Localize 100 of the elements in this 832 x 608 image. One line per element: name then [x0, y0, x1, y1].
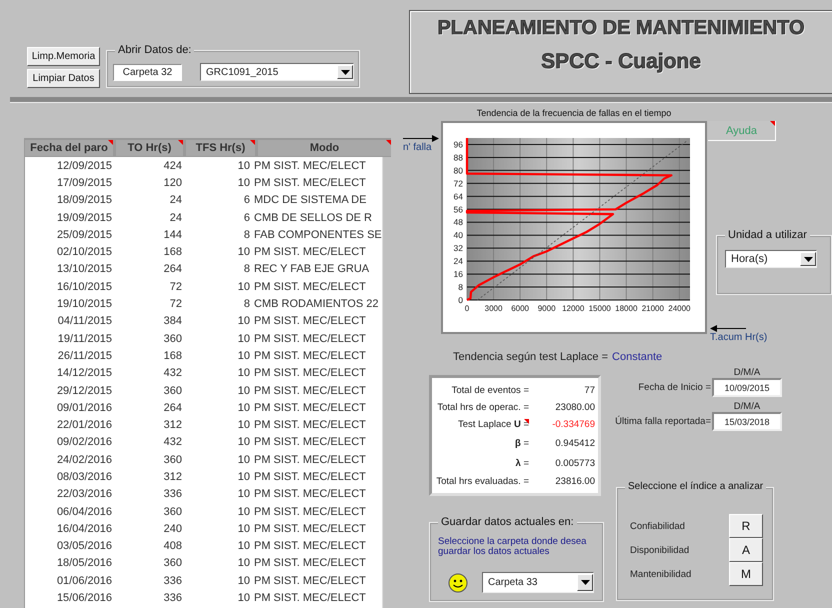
- table-cell-text: PM SIST. MEC/ELECT: [253, 402, 367, 414]
- table-cell-text: 336: [162, 574, 182, 587]
- table-cell-text: 360: [162, 384, 182, 396]
- table-cell-text: PM SIST. MEC/ELECT: [253, 367, 367, 380]
- x-tick-label: 24000: [668, 304, 690, 313]
- comment-marker-icon: [770, 121, 775, 126]
- x-tick-label: 12000: [562, 304, 584, 313]
- table-cell-text: 264: [162, 263, 182, 276]
- table-cell-text: PM SIST. MEC/ELECT: [253, 246, 367, 258]
- table-cell-text: 26/11/2015: [56, 350, 112, 362]
- file-dropdown[interactable]: GRC1091_2015: [200, 63, 354, 81]
- table-cell-text: 432: [162, 367, 182, 380]
- date-label: Fecha de Inicio =: [638, 382, 711, 393]
- table-cell-text: 29/12/2015: [56, 384, 112, 396]
- index-button[interactable]: R: [729, 514, 763, 538]
- table-cell-text: 12/09/2015: [56, 160, 112, 172]
- toolbar-button[interactable]: Limpiar Datos: [27, 69, 100, 88]
- table-cell-text: 312: [162, 470, 182, 483]
- y-tick-label: 96: [454, 139, 463, 150]
- table-cell-text: 10: [236, 384, 250, 396]
- table-cell-text: 22/01/2016: [56, 419, 112, 432]
- comment-marker-icon: [524, 419, 529, 424]
- chart-title: Tendencia de la frecuencia de fallas en el tiempo: [476, 108, 672, 118]
- table-cell-text: PM SIST. MEC/ELECT: [253, 488, 367, 500]
- table-cell-text: 8: [242, 228, 250, 241]
- table-cell-text: 10: [236, 160, 250, 172]
- table-cell-text: PM SIST. MEC/ELECT: [253, 574, 367, 587]
- table-cell-text: 10: [236, 436, 250, 448]
- column-header: Modo: [258, 140, 391, 156]
- table-cell-text: PM SIST. MEC/ELECT: [253, 540, 367, 552]
- table-cell-text: PM SIST. MEC/ELECT: [253, 557, 367, 570]
- date-field[interactable]: 10/09/2015: [712, 378, 782, 397]
- table-cell-text: 6: [242, 194, 250, 206]
- table-cell-text: 08/03/2016: [56, 470, 112, 483]
- table-cell-text: 8: [242, 298, 250, 310]
- group-title: Seleccione el índice a analizar: [625, 481, 766, 492]
- table-cell-text: 10: [236, 402, 250, 414]
- comment-marker-icon: [108, 140, 113, 145]
- table-cell-text: 408: [162, 540, 182, 552]
- table-cell-text: 13/10/2015: [56, 263, 112, 276]
- table-cell-text: 10: [236, 246, 250, 258]
- banner-subtitle: SPCC - Cuajone: [541, 50, 701, 74]
- column-header: Fecha del paro: [25, 140, 113, 156]
- table-cell-text: PM SIST. MEC/ELECT: [253, 506, 367, 518]
- date-field[interactable]: 15/03/2018: [712, 412, 782, 431]
- table-cell-text: 336: [162, 488, 182, 500]
- table-cell-text: 24: [168, 194, 182, 206]
- table-cell-text: PM SIST. MEC/ELECT: [253, 176, 367, 189]
- y-tick-label: 72: [454, 178, 463, 188]
- x-tick-label: 6000: [511, 304, 529, 313]
- table-cell-text: 360: [162, 332, 182, 345]
- stat-value: -0.334769: [551, 419, 595, 430]
- table-cell-text: 10: [236, 470, 250, 483]
- table-cell-text: PM SIST. MEC/ELECT: [253, 384, 367, 396]
- y-tick-label: 8: [458, 282, 463, 292]
- table-cell-text: PM SIST. MEC/ELECT: [253, 332, 367, 345]
- table-cell-text: 144: [162, 228, 182, 241]
- comment-marker-icon: [250, 140, 255, 145]
- table-cell-text: 01/06/2016: [56, 574, 112, 587]
- left-arrow-icon: [710, 325, 746, 332]
- table-cell-text: CMB DE SELLOS DE R: [253, 212, 373, 224]
- table-cell-text: 10: [236, 506, 250, 518]
- unit-dropdown[interactable]: Hora(s): [725, 250, 817, 268]
- toolbar-button[interactable]: Limp.Memoria: [27, 47, 100, 66]
- table-cell-text: PM SIST. MEC/ELECT: [253, 522, 367, 535]
- x-tick-label: 18000: [615, 304, 638, 313]
- table-cell-text: 168: [162, 246, 182, 258]
- folder-field[interactable]: Carpeta 32: [113, 64, 182, 80]
- table-cell-text: PM SIST. MEC/ELECT: [253, 436, 367, 448]
- table-cell-text: PM SIST. MEC/ELECT: [253, 470, 367, 483]
- table-cell-text: 120: [162, 176, 182, 189]
- table-cell-text: 10: [236, 280, 250, 293]
- axis-label: n' falla: [403, 142, 432, 153]
- date-label: Última falla reportada=: [615, 416, 711, 427]
- banner-title: PLANEAMIENTO DE MANTENIMIENTO: [437, 17, 805, 40]
- index-button[interactable]: A: [729, 538, 763, 562]
- table-cell-text: 10: [236, 454, 250, 466]
- table-cell-text: PM SIST. MEC/ELECT: [253, 315, 367, 328]
- table-cell-text: PM SIST. MEC/ELECT: [253, 454, 367, 466]
- index-label: Disponibilidad: [630, 544, 690, 556]
- table-cell-text: 02/10/2015: [56, 246, 112, 258]
- x-tick-label: 3000: [484, 304, 502, 313]
- stat-value: 77: [583, 385, 595, 396]
- y-tick-label: 0: [458, 295, 463, 305]
- group-title: Abrir Datos de:: [115, 44, 194, 56]
- stat-value: 23080.00: [554, 402, 595, 413]
- stat-label: Total hrs evaluadas. =: [435, 476, 529, 487]
- comment-marker-icon: [178, 140, 183, 145]
- table-cell-text: 03/05/2016: [56, 540, 112, 552]
- right-arrow-icon: [403, 135, 439, 142]
- table-cell-text: 10: [236, 522, 250, 535]
- table-cell-text: 24: [168, 212, 182, 224]
- table-cell-text: 360: [162, 454, 182, 466]
- table-cell-text: 19/09/2015: [56, 212, 112, 224]
- x-tick-label: 0: [464, 304, 470, 313]
- y-tick-label: 40: [454, 230, 463, 240]
- comment-marker-icon: [386, 140, 391, 145]
- table-cell-text: 04/11/2015: [56, 315, 112, 328]
- index-button[interactable]: M: [729, 562, 763, 586]
- folder-dropdown[interactable]: Carpeta 33: [482, 572, 594, 593]
